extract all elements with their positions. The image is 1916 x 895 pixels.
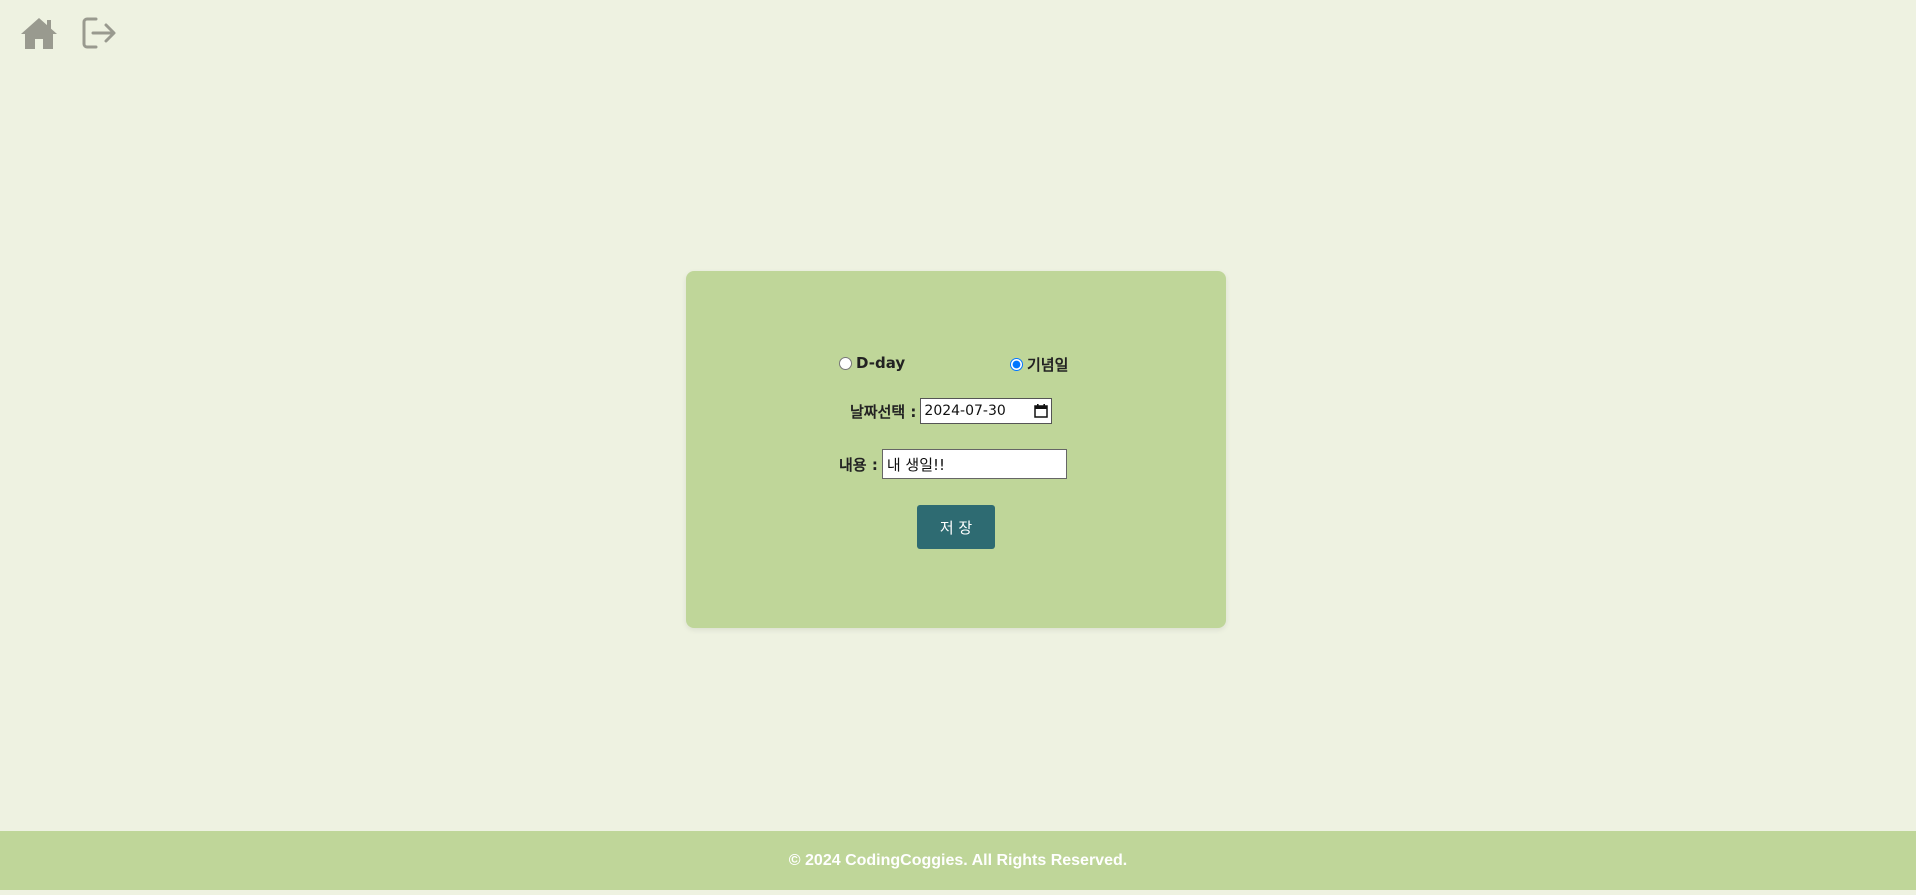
type-radio-group: D-day 기념일	[839, 354, 1079, 376]
content-row: 내용 :	[839, 449, 1067, 479]
page: D-day 기념일 날짜선택 : 2024-07-30 내용 : 내 생일!! …	[0, 0, 1916, 895]
radio-dday-label: D-day	[856, 354, 906, 372]
date-label: 날짜선택 :	[850, 402, 917, 421]
date-value: 2024-07-30	[924, 403, 1006, 419]
top-nav	[18, 14, 120, 52]
date-row: 날짜선택 : 2024-07-30	[850, 398, 1053, 424]
radio-dday-option[interactable]: D-day	[839, 354, 905, 372]
footer: © 2024 CodingCoggies. All Rights Reserve…	[0, 831, 1916, 890]
save-button[interactable]: 저 장	[917, 505, 995, 549]
radio-anniversary[interactable]	[1010, 358, 1023, 371]
radio-dday[interactable]	[839, 356, 852, 370]
bottom-strip	[0, 890, 1916, 895]
date-picker-input[interactable]: 2024-07-30	[920, 398, 1053, 424]
logout-icon	[82, 17, 116, 49]
radio-anniversary-option[interactable]: 기념일	[1010, 354, 1068, 375]
content-input[interactable]	[881, 449, 1067, 479]
logout-button[interactable]	[78, 14, 120, 52]
radio-anniversary-label: 기념일	[1027, 356, 1069, 374]
content-label: 내용 :	[839, 455, 878, 474]
anniversary-form-card: D-day 기념일 날짜선택 : 2024-07-30 내용 : 내 생일!! …	[686, 271, 1226, 628]
home-icon	[21, 18, 57, 49]
calendar-icon[interactable]	[1034, 404, 1049, 418]
footer-copyright: © 2024 CodingCoggies. All Rights Reserve…	[788, 851, 1128, 869]
home-button[interactable]	[18, 14, 60, 52]
